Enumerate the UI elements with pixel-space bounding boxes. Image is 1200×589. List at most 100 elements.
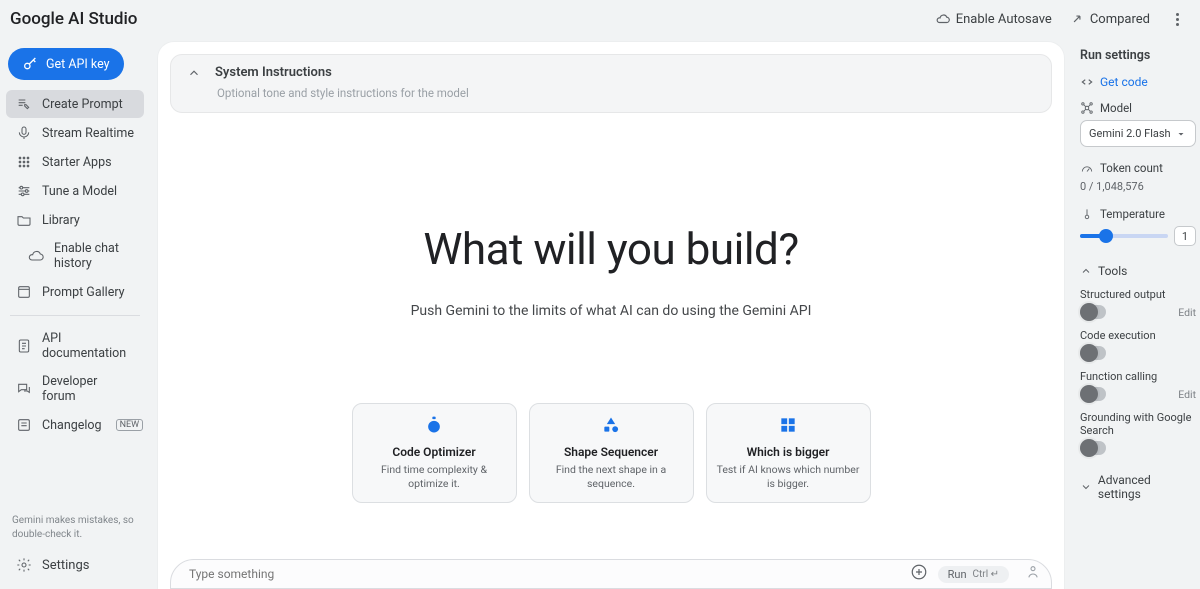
chevron-up-icon <box>187 66 201 80</box>
nav-library[interactable]: Library <box>6 206 144 234</box>
tool-grounding-search: Grounding with Google Search <box>1080 411 1196 455</box>
more-menu-icon[interactable] <box>1168 13 1186 26</box>
doc-icon <box>16 338 32 354</box>
prompt-input[interactable] <box>189 567 900 581</box>
changelog-icon <box>16 417 32 433</box>
thermometer-icon <box>1080 207 1094 221</box>
hero-subline: Push Gemini to the limits of what AI can… <box>411 303 812 319</box>
nav-changelog[interactable]: Changelog NEW <box>6 411 144 439</box>
nav-label: Developer forum <box>42 374 134 404</box>
enable-autosave-button[interactable]: Enable Autosave <box>936 12 1052 27</box>
compare-icon <box>1070 12 1084 26</box>
card-desc: Test if AI knows which number is bigger. <box>717 463 860 490</box>
enable-autosave-label: Enable Autosave <box>956 12 1052 27</box>
nav-label: Tune a Model <box>42 184 117 199</box>
card-title: Code Optimizer <box>392 445 475 459</box>
key-icon <box>22 56 38 72</box>
edit-function-calling[interactable]: Edit <box>1178 388 1196 401</box>
tool-function-calling: Function calling Edit <box>1080 370 1196 401</box>
nav-api-docs[interactable]: API documentation <box>6 325 144 367</box>
edit-structured-output[interactable]: Edit <box>1178 306 1196 319</box>
hero-headline: What will you build? <box>423 223 798 275</box>
nav-prompt-gallery[interactable]: Prompt Gallery <box>6 278 144 306</box>
code-icon <box>1080 75 1094 89</box>
nav-label: Starter Apps <box>42 155 112 170</box>
nav-dev-forum[interactable]: Developer forum <box>6 368 144 410</box>
toggle-grounding-search[interactable] <box>1080 441 1106 455</box>
nav-label: Prompt Gallery <box>42 285 125 300</box>
card-which-is-bigger[interactable]: Which is bigger Test if AI knows which n… <box>706 403 871 503</box>
toggle-code-execution[interactable] <box>1080 346 1106 360</box>
forum-icon <box>16 381 32 397</box>
toggle-function-calling[interactable] <box>1080 387 1106 401</box>
temperature-value: 1 <box>1174 226 1196 246</box>
get-code-link[interactable]: Get code <box>1080 75 1196 89</box>
temperature-slider[interactable] <box>1080 234 1168 238</box>
chevron-up-icon <box>1080 265 1092 277</box>
run-settings-panel: Run settings Get code Model Gemini 2.0 F… <box>1072 38 1200 589</box>
nav-separator <box>10 315 140 316</box>
cloud-icon <box>936 12 950 26</box>
token-count-value: 0 / 1,048,576 <box>1080 180 1196 193</box>
card-code-optimizer[interactable]: Code Optimizer Find time complexity & op… <box>352 403 517 503</box>
get-api-key-label: Get API key <box>46 57 110 72</box>
card-title: Which is bigger <box>747 445 830 459</box>
settings-button[interactable]: Settings <box>6 549 144 581</box>
voice-input-icon[interactable] <box>1025 564 1041 584</box>
nav-tune-model[interactable]: Tune a Model <box>6 177 144 205</box>
run-shortcut: Ctrl ↵ <box>973 569 999 580</box>
run-button[interactable]: Run Ctrl ↵ <box>938 566 1009 583</box>
add-attachment-icon[interactable] <box>910 563 928 585</box>
mic-icon <box>16 125 32 141</box>
nav-label: Library <box>42 213 80 228</box>
topbar: Google AI Studio Enable Autosave Compare… <box>0 0 1200 38</box>
compared-button[interactable]: Compared <box>1070 12 1150 27</box>
toggle-structured-output[interactable] <box>1080 305 1106 319</box>
tool-structured-output: Structured output Edit <box>1080 288 1196 319</box>
shapes-icon <box>601 415 621 439</box>
apps-icon <box>16 154 32 170</box>
nav-enable-chat-history[interactable]: Enable chat history <box>6 235 144 277</box>
nav-label: Changelog <box>42 418 102 433</box>
nav-label: Enable chat history <box>54 241 134 271</box>
system-instructions-subtitle: Optional tone and style instructions for… <box>217 86 1035 100</box>
nav-label: Stream Realtime <box>42 126 134 141</box>
run-label: Run <box>948 568 967 581</box>
settings-label: Settings <box>42 558 89 573</box>
nav-label: API documentation <box>42 331 134 361</box>
system-instructions-box[interactable]: System Instructions Optional tone and st… <box>170 54 1052 113</box>
advanced-settings-label: Advanced settings <box>1098 473 1196 501</box>
prompt-bar: Run Ctrl ↵ <box>170 559 1052 589</box>
temperature-label: Temperature <box>1080 207 1196 221</box>
disclaimer-text: Gemini makes mistakes, so double-check i… <box>6 510 144 549</box>
get-code-label: Get code <box>1100 75 1148 89</box>
nav-starter-apps[interactable]: Starter Apps <box>6 148 144 176</box>
app-title: Google AI Studio <box>10 9 137 29</box>
sidebar: Get API key Create Prompt Stream Realtim… <box>0 38 150 589</box>
edit-note-icon <box>16 96 32 112</box>
gallery-icon <box>16 284 32 300</box>
main-area: System Instructions Optional tone and st… <box>150 38 1072 589</box>
nav-label: Create Prompt <box>42 97 123 112</box>
model-value: Gemini 2.0 Flash <box>1089 127 1171 140</box>
slider-knob[interactable] <box>1099 229 1113 243</box>
gear-icon <box>16 557 32 573</box>
tool-code-execution: Code execution <box>1080 329 1196 360</box>
nav-stream-realtime[interactable]: Stream Realtime <box>6 119 144 147</box>
card-desc: Find the next shape in a sequence. <box>540 463 683 490</box>
tools-toggle-header[interactable]: Tools <box>1080 264 1196 278</box>
tools-label: Tools <box>1098 264 1127 278</box>
compared-label: Compared <box>1090 12 1150 27</box>
model-label: Model <box>1080 101 1196 115</box>
get-api-key-button[interactable]: Get API key <box>8 48 124 80</box>
run-settings-title: Run settings <box>1080 48 1196 63</box>
new-badge: NEW <box>116 419 144 431</box>
token-count-label: Token count <box>1080 161 1196 175</box>
model-icon <box>1080 101 1094 115</box>
model-select[interactable]: Gemini 2.0 Flash <box>1080 120 1196 147</box>
nav-create-prompt[interactable]: Create Prompt <box>6 90 144 118</box>
stopwatch-icon <box>424 415 444 439</box>
advanced-settings-toggle[interactable]: Advanced settings <box>1080 473 1196 501</box>
chevron-down-icon <box>1080 481 1092 493</box>
card-shape-sequencer[interactable]: Shape Sequencer Find the next shape in a… <box>529 403 694 503</box>
